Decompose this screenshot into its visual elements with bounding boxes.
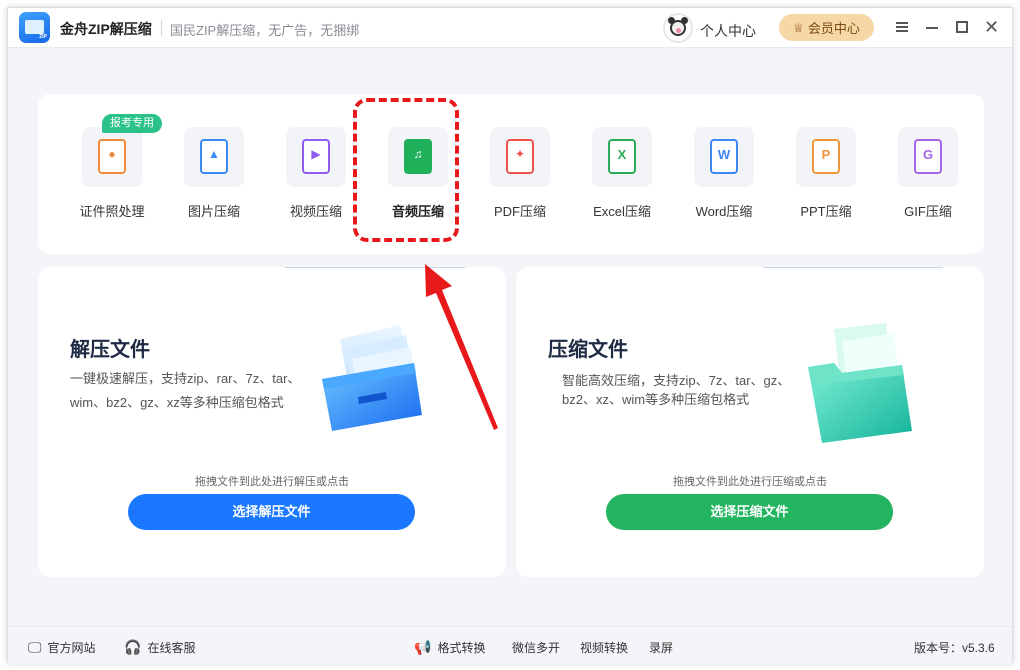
minimize-button[interactable]	[922, 17, 942, 37]
pdf-icon: ✦	[490, 127, 550, 187]
app-logo-icon: ZIP	[19, 12, 50, 43]
vip-center-label: 会员中心	[807, 21, 860, 36]
title-divider	[161, 20, 162, 36]
maximize-icon	[956, 21, 968, 33]
decompress-description: 一键极速解压，支持zip、rar、7z、tar、wim、bz2、gz、xz等多种…	[70, 371, 301, 410]
decompress-title: 解压文件	[70, 339, 150, 361]
avatar[interactable]	[663, 13, 693, 43]
tool-label: PDF压缩	[493, 204, 546, 219]
select-compress-file-button[interactable]: 选择压缩文件	[606, 494, 893, 530]
id-photo-icon: ●	[82, 127, 142, 187]
app-slogan: 国民ZIP解压缩，无广告，无捆绑	[170, 23, 360, 38]
status-bar: 🖵 官方网站 🎧 在线客服 📢 格式转换 微信多开 视频转换 录屏 版本号：v5…	[8, 626, 1012, 664]
tool-item-word[interactable]: W Word压缩	[674, 127, 774, 220]
crown-icon: ♕	[793, 20, 804, 35]
title-bar: ZIP 金舟ZIP解压缩 国民ZIP解压缩，无广告，无捆绑 个人中心 ♕ 会员中…	[8, 8, 1012, 48]
personal-center-link[interactable]: 个人中心	[700, 21, 756, 41]
online-support-label: 在线客服	[147, 641, 196, 655]
exam-badge: 报考专用	[102, 114, 162, 133]
megaphone-icon: 📢	[414, 639, 432, 655]
image-icon: ▲	[184, 127, 244, 187]
tool-label: Word压缩	[695, 204, 753, 219]
ppt-icon: P	[796, 127, 856, 187]
compress-title: 压缩文件	[548, 339, 628, 361]
official-website-link[interactable]: 🖵 官方网站	[28, 639, 96, 656]
decompress-hint: 拖拽文件到此处进行解压或点击	[195, 476, 349, 488]
tool-label: GIF压缩	[904, 204, 952, 219]
tool-label: 视频压缩	[289, 204, 342, 219]
close-icon: ✕	[984, 17, 1000, 37]
tool-item-id-photo[interactable]: ● 证件照处理	[62, 127, 162, 220]
vip-center-button[interactable]: ♕ 会员中心	[779, 14, 874, 41]
tool-item-excel[interactable]: X Excel压缩	[572, 127, 672, 220]
tool-label: 证件照处理	[79, 204, 145, 219]
highlight-annotation	[353, 98, 459, 242]
folder-icon	[808, 323, 912, 443]
monitor-icon: 🖵	[28, 639, 42, 655]
maximize-button[interactable]	[952, 17, 972, 37]
screen-record-label: 录屏	[649, 641, 674, 655]
app-title: 金舟ZIP解压缩	[60, 21, 152, 37]
format-convert-label: 格式转换	[437, 641, 486, 655]
tool-item-gif[interactable]: G GIF压缩	[878, 127, 978, 220]
close-button[interactable]: ✕	[982, 17, 1002, 37]
format-convert-link[interactable]: 📢 格式转换	[414, 639, 485, 656]
minimize-icon	[926, 27, 938, 29]
tool-label: 图片压缩	[187, 204, 240, 219]
compress-card[interactable]: 压缩文件 智能高效压缩，支持zip、7z、tar、gz、bz2、xz、wim等多…	[516, 267, 984, 577]
wechat-multi-link[interactable]: 微信多开	[512, 639, 560, 656]
red-arrow-annotation	[425, 264, 498, 430]
video-convert-link[interactable]: 视频转换	[580, 639, 628, 656]
tool-label: Excel压缩	[593, 204, 651, 219]
word-icon: W	[694, 127, 754, 187]
online-support-link[interactable]: 🎧 在线客服	[124, 639, 195, 656]
tool-item-video[interactable]: ▶ 视频压缩	[266, 127, 366, 220]
tools-panel: 报考专用 ● 证件照处理 ▲ 图片压缩 ▶ 视频压缩 ♫ 音频压缩 ✦ PDF压缩 X Excel压缩…	[38, 94, 984, 254]
headset-icon: 🎧	[124, 639, 142, 655]
tool-label: PPT压缩	[800, 204, 852, 219]
tool-item-pdf[interactable]: ✦ PDF压缩	[470, 127, 570, 220]
compress-description: 智能高效压缩，支持zip、7z、tar、gz、bz2、xz、wim等多种压缩包格…	[562, 373, 791, 407]
menu-button[interactable]	[892, 17, 912, 37]
select-decompress-file-button[interactable]: 选择解压文件	[128, 494, 415, 530]
compress-hint: 拖拽文件到此处进行压缩或点击	[673, 476, 827, 488]
logo-tag: ZIP	[39, 34, 47, 40]
video-convert-label: 视频转换	[580, 641, 629, 655]
screen-record-link[interactable]: 录屏	[649, 639, 673, 656]
menu-icon	[896, 22, 908, 32]
tool-item-ppt[interactable]: P PPT压缩	[776, 127, 876, 220]
wechat-multi-label: 微信多开	[512, 641, 561, 655]
tool-item-image[interactable]: ▲ 图片压缩	[164, 127, 264, 220]
excel-icon: X	[592, 127, 652, 187]
official-website-label: 官方网站	[47, 641, 96, 655]
app-window: ZIP 金舟ZIP解压缩 国民ZIP解压缩，无广告，无捆绑 个人中心 ♕ 会员中…	[7, 7, 1013, 664]
video-icon: ▶	[286, 127, 346, 187]
gif-icon: G	[898, 127, 958, 187]
version-label: 版本号：v5.3.6	[914, 641, 995, 655]
